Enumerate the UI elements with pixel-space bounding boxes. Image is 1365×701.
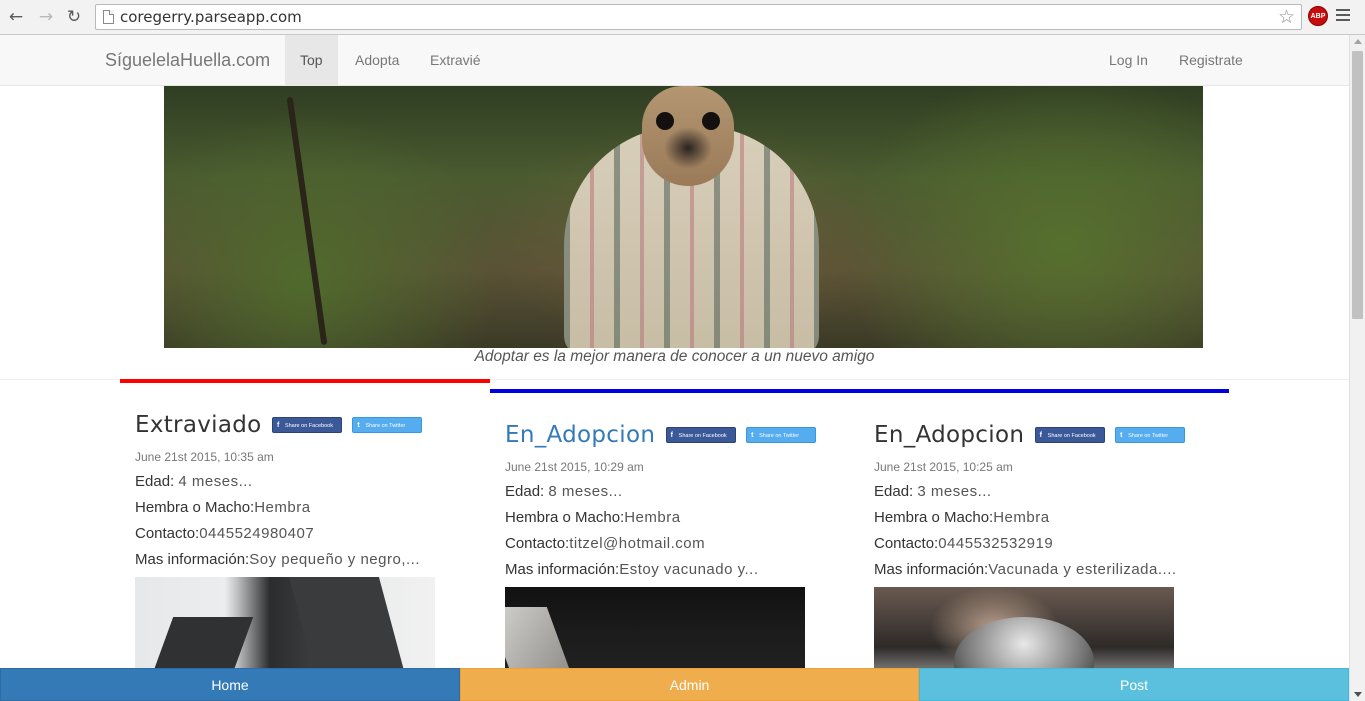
- post-info: Mas información:Vacunada y esterilizada.…: [874, 561, 1177, 578]
- nav-register[interactable]: Registrate: [1164, 35, 1258, 85]
- nav-adopta[interactable]: Adopta: [340, 35, 414, 85]
- twitter-icon: t: [1120, 432, 1123, 439]
- post-edad: Edad: 3 meses...: [874, 483, 992, 500]
- scroll-down-icon[interactable]: [1354, 692, 1362, 697]
- post-edad: Edad: 4 meses...: [135, 473, 253, 490]
- post-title[interactable]: Extraviado: [135, 412, 261, 438]
- post-info: Mas información:Estoy vacunado y...: [505, 561, 759, 578]
- post-contacto: Contacto:0445532532919: [874, 535, 1054, 552]
- url-text[interactable]: coregerry.parseapp.com: [120, 8, 302, 26]
- home-button[interactable]: Home: [0, 668, 460, 701]
- star-icon[interactable]: ☆: [1278, 6, 1295, 28]
- scroll-thumb[interactable]: [1352, 51, 1363, 319]
- navbar: SíguelelaHuella.com Top Adopta Extravié …: [0, 35, 1349, 86]
- scroll-up-icon[interactable]: [1354, 39, 1362, 44]
- post-title[interactable]: En_Adopcion: [505, 422, 655, 448]
- bottom-action-bar: Home Admin Post: [0, 668, 1349, 701]
- twitter-icon: t: [751, 432, 754, 439]
- admin-button[interactable]: Admin: [460, 668, 919, 701]
- adblock-icon[interactable]: ABP: [1308, 6, 1328, 26]
- vertical-scrollbar[interactable]: [1349, 35, 1365, 701]
- share-facebook-button[interactable]: f Share on Facebook: [665, 427, 736, 443]
- post-card: En_Adopcion f Share on Facebook t Share on…: [505, 422, 835, 701]
- post-info: Mas información:Soy pequeño y negro,...: [135, 551, 420, 568]
- share-facebook-button[interactable]: f Share on Facebook: [1034, 427, 1105, 443]
- share-twitter-button[interactable]: t Share on Twitter: [746, 427, 817, 443]
- post-sexo: Hembra o Macho:Hembra: [505, 509, 681, 526]
- facebook-icon: f: [1039, 432, 1042, 439]
- blue-accent-bar: [490, 389, 1229, 393]
- back-icon[interactable]: ←: [6, 7, 26, 27]
- post-date: June 21st 2015, 10:35 am: [135, 450, 274, 464]
- post-contacto: Contacto:0445524980407: [135, 525, 315, 542]
- browser-toolbar: ← → ↻ coregerry.parseapp.com ☆ ABP: [0, 0, 1365, 35]
- hero-image-pug: [164, 86, 1203, 348]
- forward-icon[interactable]: →: [36, 7, 56, 27]
- post-edad: Edad: 8 meses...: [505, 483, 623, 500]
- post-card: En_Adopcion f Share on Facebook t Share on…: [874, 422, 1204, 701]
- post-card: Extraviado f Share on Facebook t Share on …: [135, 412, 465, 697]
- post-sexo: Hembra o Macho:Hembra: [135, 499, 311, 516]
- share-twitter-button[interactable]: t Share on Twitter: [352, 417, 423, 433]
- nav-login[interactable]: Log In: [1094, 35, 1163, 85]
- facebook-icon: f: [276, 422, 280, 429]
- post-contacto: Contacto:titzel@hotmail.com: [505, 535, 706, 552]
- post-date: June 21st 2015, 10:29 am: [505, 460, 644, 474]
- menu-icon[interactable]: [1336, 9, 1350, 24]
- page-icon: [103, 10, 114, 24]
- brand-link[interactable]: SíguelelaHuella.com: [105, 50, 270, 71]
- share-twitter-button[interactable]: t Share on Twitter: [1115, 427, 1186, 443]
- post-sexo: Hembra o Macho:Hembra: [874, 509, 1050, 526]
- nav-top[interactable]: Top: [285, 35, 338, 85]
- reload-icon[interactable]: ↻: [64, 7, 84, 27]
- address-bar[interactable]: coregerry.parseapp.com ☆: [95, 4, 1302, 30]
- post-title[interactable]: En_Adopcion: [874, 422, 1024, 448]
- nav-extravie[interactable]: Extravié: [415, 35, 496, 85]
- page-viewport: SíguelelaHuella.com Top Adopta Extravié …: [0, 35, 1349, 701]
- facebook-icon: f: [670, 432, 673, 439]
- red-accent-bar: [120, 379, 490, 383]
- post-date: June 21st 2015, 10:25 am: [874, 460, 1013, 474]
- post-button[interactable]: Post: [919, 668, 1349, 701]
- share-facebook-button[interactable]: f Share on Facebook: [271, 417, 342, 433]
- hero-caption: Adoptar es la mejor manera de conocer a …: [474, 348, 875, 365]
